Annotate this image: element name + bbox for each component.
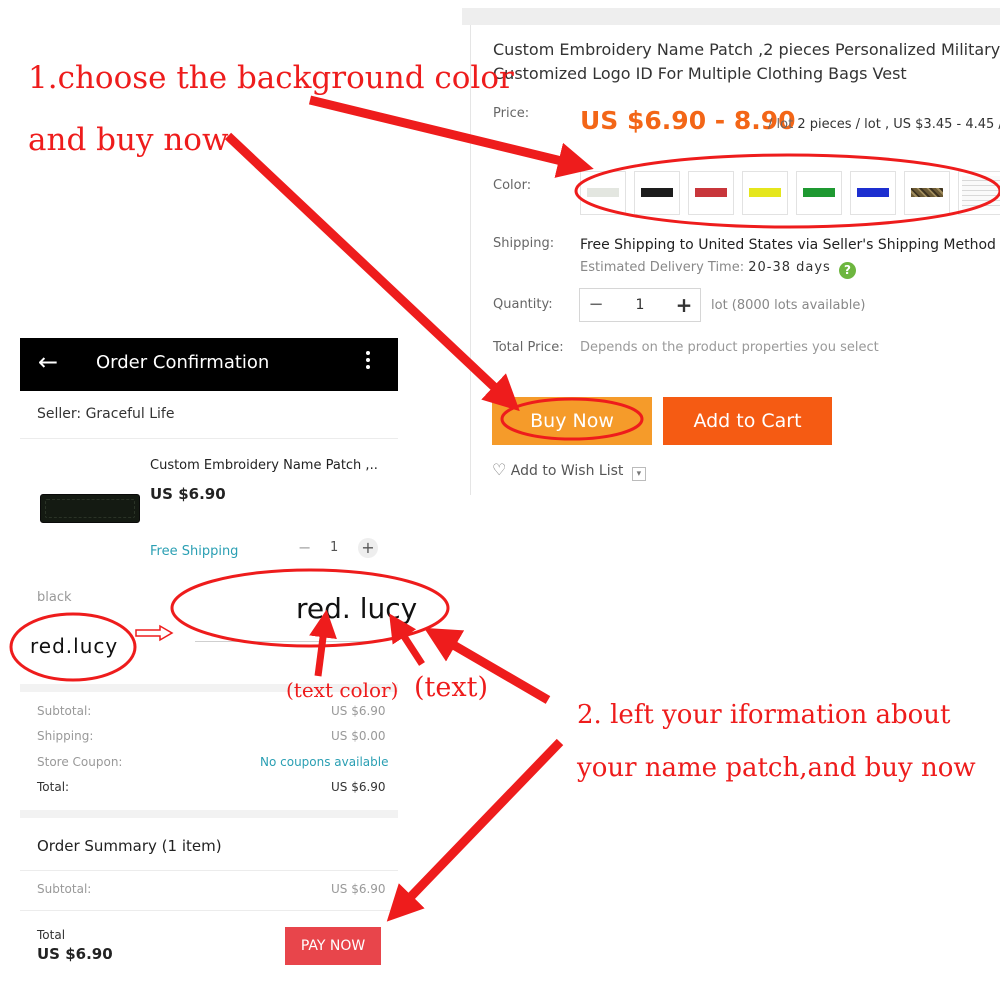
footer-total-value: US $6.90: [37, 945, 113, 963]
color-label: Color:: [493, 178, 532, 193]
product-panel: Custom Embroidery Name Patch ,2 pieces P…: [462, 8, 1000, 495]
order-confirmation-screen: ← Order Confirmation Seller: Graceful Li…: [20, 338, 417, 988]
store-coupon-value[interactable]: No coupons available: [260, 755, 388, 769]
swatch-fill: [695, 188, 727, 197]
buy-now-button[interactable]: Buy Now: [492, 397, 652, 445]
store-coupon-label: Store Coupon:: [37, 755, 123, 769]
color-swatch-red[interactable]: [688, 171, 734, 215]
back-arrow-icon[interactable]: ←: [38, 348, 58, 376]
swatch-fill: [803, 188, 835, 197]
color-swatch-blue[interactable]: [850, 171, 896, 215]
page-title: Order Confirmation: [96, 352, 270, 373]
swatch-fill: [962, 176, 1000, 210]
section-gap: [20, 810, 398, 818]
footer-total-label: Total: [37, 928, 66, 942]
color-swatch-size-chart[interactable]: [958, 171, 1000, 215]
price-details: / lot 2 pieces / lot , US $3.45 - 4.45 /: [768, 117, 1000, 132]
top-bar: [462, 8, 1000, 25]
app-header: ← Order Confirmation: [20, 338, 398, 391]
shipping-free: Free Shipping to: [580, 237, 694, 253]
total-price-text: Depends on the product properties you se…: [580, 340, 879, 355]
minus-icon[interactable]: −: [580, 289, 612, 321]
product-title-line-2: Customized Logo ID For Multiple Clothing…: [493, 64, 907, 83]
divider: [20, 870, 398, 871]
text-color-label: (text color): [286, 678, 399, 702]
swatch-fill: [857, 188, 889, 197]
quantity-value[interactable]: 1: [612, 289, 668, 321]
price-pieces: 2 pieces / lot: [797, 117, 881, 132]
step1-instruction-line2: and buy now: [28, 122, 229, 158]
delivery-estimate: Estimated Delivery Time: 20-38 days ?: [580, 260, 856, 279]
color-swatch-black[interactable]: [634, 171, 680, 215]
wish-list-label: Add to Wish List: [510, 463, 624, 479]
quantity-label: Quantity:: [493, 297, 553, 312]
price-separator: ,: [884, 117, 890, 132]
color-swatch-white[interactable]: [580, 171, 626, 215]
total-price-label: Total Price:: [493, 340, 564, 355]
swatch-fill: [587, 188, 619, 197]
product-thumbnail[interactable]: [40, 494, 140, 523]
wish-list-link[interactable]: ♡ Add to Wish List ▾: [492, 460, 646, 481]
price-range: US $6.90 - 8.90: [580, 106, 796, 135]
subtotal-value: US $6.90: [331, 704, 386, 718]
product-title-line-1: Custom Embroidery Name Patch ,2 pieces P…: [493, 40, 1000, 59]
price-label: Price:: [493, 106, 530, 121]
divider: [20, 910, 398, 911]
shipping-value: US $0.00: [331, 729, 386, 743]
shipping-label: Shipping:: [37, 729, 94, 743]
total-label: Total:: [37, 780, 70, 794]
order-summary-title[interactable]: Order Summary (1 item): [37, 837, 222, 855]
price-per-piece: US $3.45 - 4.45 /: [893, 117, 1000, 132]
shipping-info: Free Shipping to United States via Selle…: [580, 237, 996, 253]
qty-value[interactable]: 1: [330, 540, 338, 555]
swatch-fill: [641, 188, 673, 197]
chevron-down-icon[interactable]: ▾: [631, 467, 646, 481]
delivery-label: Estimated Delivery Time:: [580, 260, 745, 275]
step2-instruction-line1: 2. left your iformation about: [577, 700, 951, 730]
free-shipping-label: Free Shipping: [150, 544, 239, 559]
qty-minus-icon[interactable]: −: [298, 538, 311, 557]
text-label: (text): [414, 672, 488, 703]
swatch-fill: [911, 188, 943, 197]
more-menu-icon[interactable]: [366, 351, 372, 372]
color-swatch-green[interactable]: [796, 171, 842, 215]
total-value: US $6.90: [331, 780, 386, 794]
shipping-destination[interactable]: United States via Seller's Shipping Meth…: [698, 237, 996, 253]
quantity-available: lot (8000 lots available): [711, 298, 866, 313]
summary-subtotal-label: Subtotal:: [37, 882, 92, 896]
help-icon[interactable]: ?: [838, 262, 856, 279]
item-title[interactable]: Custom Embroidery Name Patch ,..: [150, 458, 378, 473]
product-title: Custom Embroidery Name Patch ,2 pieces P…: [493, 38, 1000, 86]
quantity-stepper: − 1 +: [579, 288, 701, 322]
subtotal-label: Subtotal:: [37, 704, 92, 718]
item-price: US $6.90: [150, 485, 226, 503]
pay-now-button[interactable]: PAY NOW: [285, 927, 381, 965]
delivery-days: 20-38 days: [748, 260, 831, 275]
note-underline: [195, 641, 380, 642]
add-to-cart-button[interactable]: Add to Cart: [663, 397, 832, 445]
summary-subtotal-value: US $6.90: [331, 882, 386, 896]
arrow-text: [389, 613, 425, 666]
seller-name[interactable]: Seller: Graceful Life: [37, 406, 174, 422]
qty-plus-icon[interactable]: +: [358, 538, 378, 558]
divider: [20, 438, 398, 439]
heart-plus-icon: ♡: [492, 460, 507, 479]
variant-label: black: [37, 590, 72, 605]
example-note-text: red.lucy: [30, 634, 119, 658]
buyer-note-input[interactable]: red. lucy: [296, 592, 417, 625]
color-swatch-camo[interactable]: [904, 171, 950, 215]
step1-instruction-line1: 1.choose the background color: [28, 60, 514, 96]
swatch-fill: [749, 188, 781, 197]
step2-instruction-line2: your name patch,and buy now: [577, 753, 976, 783]
plus-icon[interactable]: +: [668, 289, 700, 321]
color-swatch-yellow[interactable]: [742, 171, 788, 215]
arrow-to-pay-now: [386, 738, 564, 922]
price-unit: / lot: [768, 117, 794, 132]
shipping-label: Shipping:: [493, 236, 555, 251]
